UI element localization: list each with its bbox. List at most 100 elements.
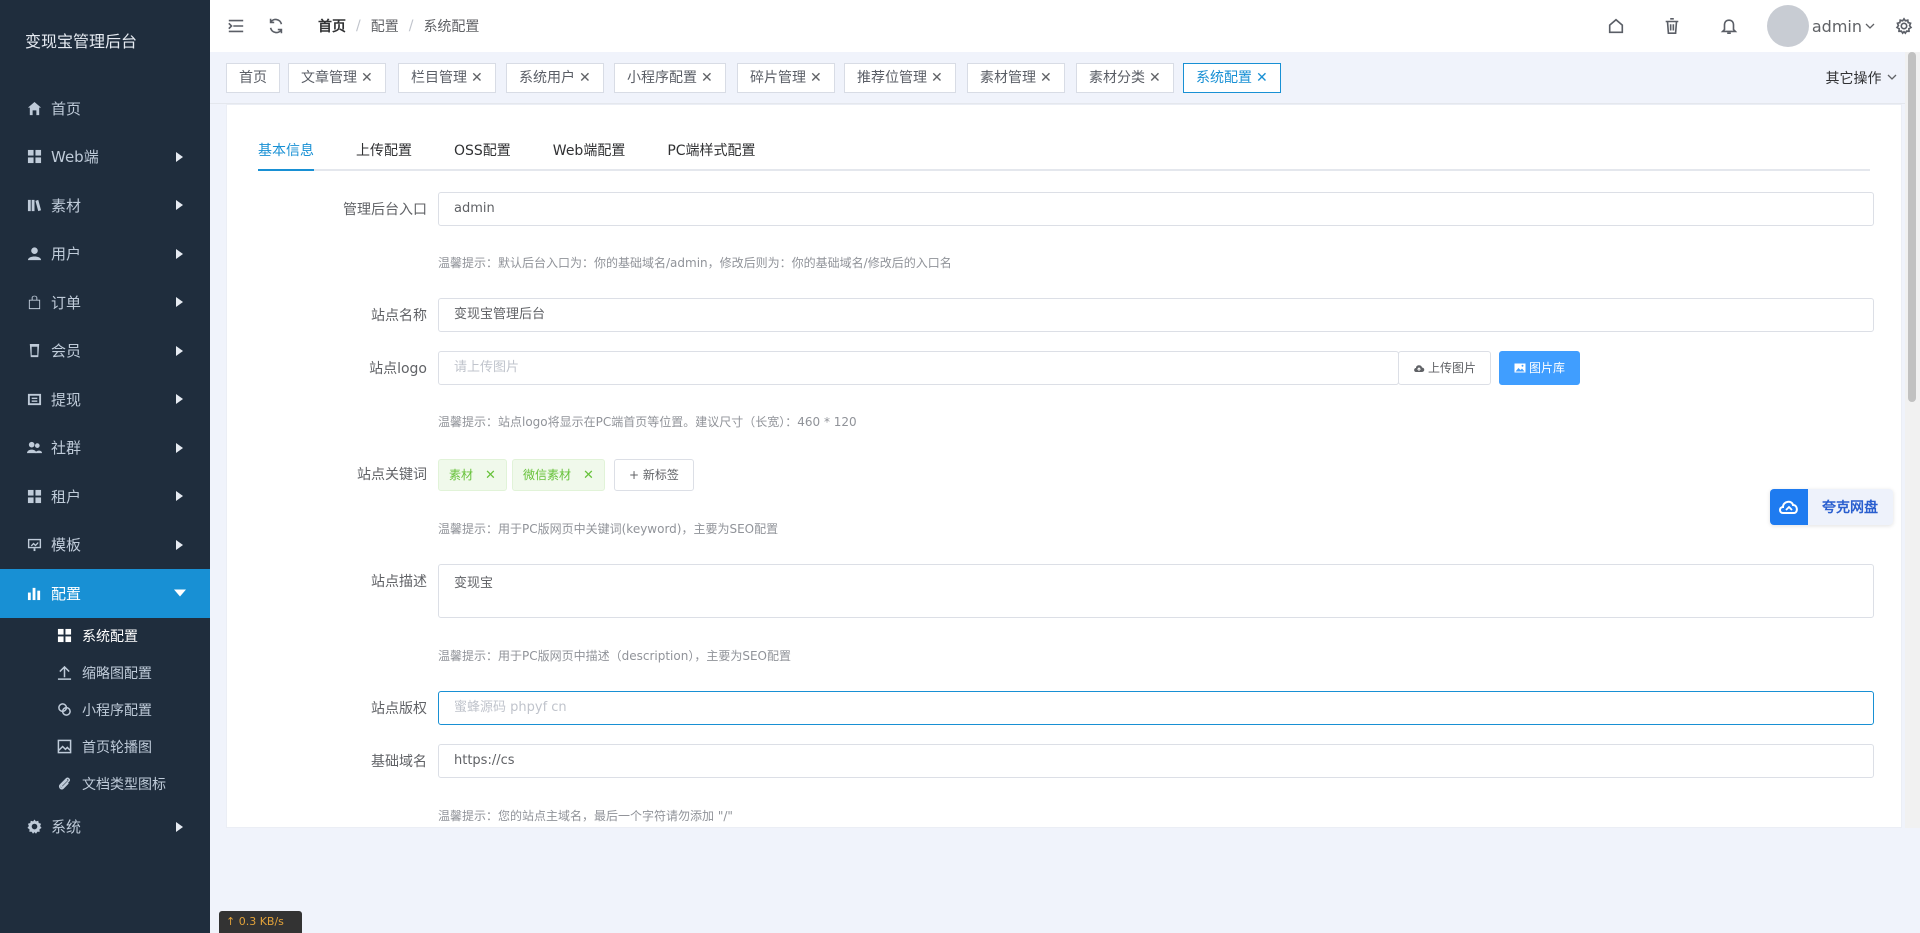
sidebar-item-system[interactable]: 系统: [0, 803, 210, 852]
tag-home[interactable]: 首页: [226, 63, 280, 93]
submenu-item-doc-type-icon[interactable]: 文档类型图标: [0, 766, 210, 803]
admin-entry-tip: 温馨提示：默认后台入口为：你的基础域名/admin，修改后则为：你的基础域名/修…: [438, 256, 952, 270]
close-icon[interactable]: ✕: [701, 70, 713, 86]
caret-right-icon: [176, 394, 183, 405]
grid-icon: [26, 149, 42, 165]
username[interactable]: admin: [1812, 17, 1862, 36]
site-name-label: 站点名称: [371, 308, 427, 324]
submenu-item-thumbnail-config[interactable]: 缩略图配置: [0, 655, 210, 692]
scrollbar-thumb[interactable]: [1908, 52, 1916, 402]
close-icon[interactable]: ✕: [471, 70, 483, 86]
tab-web-config[interactable]: Web端配置: [553, 131, 626, 169]
breadcrumb-separator: /: [356, 18, 361, 34]
sidebar-item-config[interactable]: 配置: [0, 569, 210, 618]
close-icon[interactable]: ✕: [583, 468, 594, 483]
sidebar-item-label: 素材: [51, 196, 82, 215]
tab-oss-config[interactable]: OSS配置: [454, 131, 511, 169]
sidebar: 变现宝管理后台 首页 Web端 素材 用户 订单 会员 提现 社群 租户 模板 …: [0, 0, 210, 933]
site-logo-input[interactable]: 请上传图片: [438, 351, 1399, 385]
caret-right-icon: [176, 442, 183, 453]
library-icon: [26, 197, 42, 213]
close-icon[interactable]: ✕: [485, 468, 496, 483]
tag-system-user[interactable]: 系统用户 ✕: [506, 63, 604, 93]
menu-toggle-icon[interactable]: [226, 16, 246, 36]
sidebar-item-material[interactable]: 素材: [0, 181, 210, 230]
tag-system-config[interactable]: 系统配置 ✕: [1183, 63, 1281, 93]
admin-entry-input[interactable]: admin: [438, 192, 1874, 226]
site-copyright-label: 站点版权: [371, 701, 427, 717]
settings-gear-icon[interactable]: [1894, 16, 1914, 36]
upload-icon: [57, 665, 73, 681]
sidebar-item-member[interactable]: 会员: [0, 327, 210, 376]
sidebar-item-label: 用户: [51, 245, 82, 264]
tag-material-category[interactable]: 素材分类 ✕: [1076, 63, 1174, 93]
site-keywords-label: 站点关键词: [357, 467, 427, 483]
image-icon: [1514, 363, 1526, 373]
submenu-item-miniprogram-config[interactable]: 小程序配置: [0, 692, 210, 729]
close-icon[interactable]: ✕: [810, 70, 822, 86]
sidebar-item-web[interactable]: Web端: [0, 133, 210, 182]
submenu-item-home-carousel[interactable]: 首页轮播图: [0, 729, 210, 766]
close-icon[interactable]: ✕: [1040, 70, 1052, 86]
sidebar-item-withdraw[interactable]: 提现: [0, 375, 210, 424]
keyword-tag: 微信素材 ✕: [512, 459, 605, 491]
tag-column-manage[interactable]: 栏目管理 ✕: [398, 63, 496, 93]
tag-fragment-manage[interactable]: 碎片管理 ✕: [737, 63, 835, 93]
admin-entry-label: 管理后台入口: [343, 202, 427, 218]
top-header: 首页 / 配置 / 系统配置 admin: [210, 0, 1920, 52]
new-tag-button[interactable]: + 新标签: [614, 459, 694, 491]
chevron-down-icon[interactable]: [1864, 20, 1876, 32]
content-scrollbar[interactable]: [1905, 52, 1920, 828]
site-copyright-input[interactable]: 蜜蜂源码 phpyf cn: [438, 691, 1874, 725]
refresh-icon[interactable]: [266, 16, 286, 36]
sidebar-item-tenant[interactable]: 租户: [0, 472, 210, 521]
cloud-icon: [1770, 489, 1808, 525]
sidebar-item-label: 系统: [51, 818, 82, 837]
sidebar-item-label: 会员: [51, 342, 82, 361]
base-domain-input[interactable]: https://cs: [438, 744, 1874, 778]
close-icon[interactable]: ✕: [931, 70, 943, 86]
tag-label: 文章管理: [301, 70, 357, 86]
close-icon[interactable]: ✕: [579, 70, 591, 86]
sidebar-item-user[interactable]: 用户: [0, 230, 210, 279]
sidebar-item-community[interactable]: 社群: [0, 424, 210, 473]
submenu-item-label: 文档类型图标: [82, 777, 166, 793]
sidebar-item-template[interactable]: 模板: [0, 521, 210, 570]
site-description-textarea[interactable]: 变现宝: [438, 564, 1874, 618]
tag-material-manage[interactable]: 素材管理 ✕: [967, 63, 1065, 93]
breadcrumb-item-config[interactable]: 配置: [371, 16, 399, 36]
tab-basic-info[interactable]: 基本信息: [258, 131, 314, 171]
close-icon[interactable]: ✕: [1256, 70, 1268, 86]
breadcrumb-item-home[interactable]: 首页: [318, 16, 346, 36]
image-icon: [57, 739, 73, 755]
user-icon: [26, 246, 42, 262]
tag-recommend-manage[interactable]: 推荐位管理 ✕: [844, 63, 956, 93]
quark-cloud-badge[interactable]: 夸克网盘: [1770, 489, 1893, 525]
other-operations-dropdown[interactable]: 其它操作: [1826, 68, 1898, 88]
upload-image-button[interactable]: 上传图片: [1398, 351, 1492, 385]
sidebar-item-home[interactable]: 首页: [0, 84, 210, 133]
tag-label: 系统配置: [1196, 70, 1252, 86]
site-name-input[interactable]: 变现宝管理后台: [438, 298, 1874, 332]
home-icon[interactable]: [1606, 16, 1626, 36]
avatar[interactable]: [1766, 5, 1809, 47]
chevron-down-icon: [1886, 71, 1898, 87]
bell-icon[interactable]: [1719, 16, 1739, 36]
close-icon[interactable]: ✕: [361, 70, 373, 86]
wallet-icon: [26, 391, 42, 407]
tab-pc-style-config[interactable]: PC端样式配置: [667, 131, 755, 169]
cup-icon: [26, 343, 42, 359]
submenu-item-system-config[interactable]: 系统配置: [0, 618, 210, 655]
tag-miniprogram-config[interactable]: 小程序配置 ✕: [614, 63, 726, 93]
tab-upload-config[interactable]: 上传配置: [356, 131, 412, 169]
image-library-button[interactable]: 图片库: [1499, 351, 1581, 385]
close-icon[interactable]: ✕: [1149, 70, 1161, 86]
sidebar-item-order[interactable]: 订单: [0, 278, 210, 327]
site-keywords-tip: 温馨提示：用于PC版网页中关键词(keyword)，主要为SEO配置: [438, 522, 779, 536]
config-submenu: 系统配置 缩略图配置 小程序配置 首页轮播图 文档类型图标: [0, 617, 210, 803]
tag-article-manage[interactable]: 文章管理 ✕: [288, 63, 386, 93]
trash-icon[interactable]: [1662, 16, 1682, 36]
tag-label: 首页: [239, 70, 267, 86]
caret-right-icon: [176, 345, 183, 356]
breadcrumb-item-current: 系统配置: [423, 19, 480, 35]
